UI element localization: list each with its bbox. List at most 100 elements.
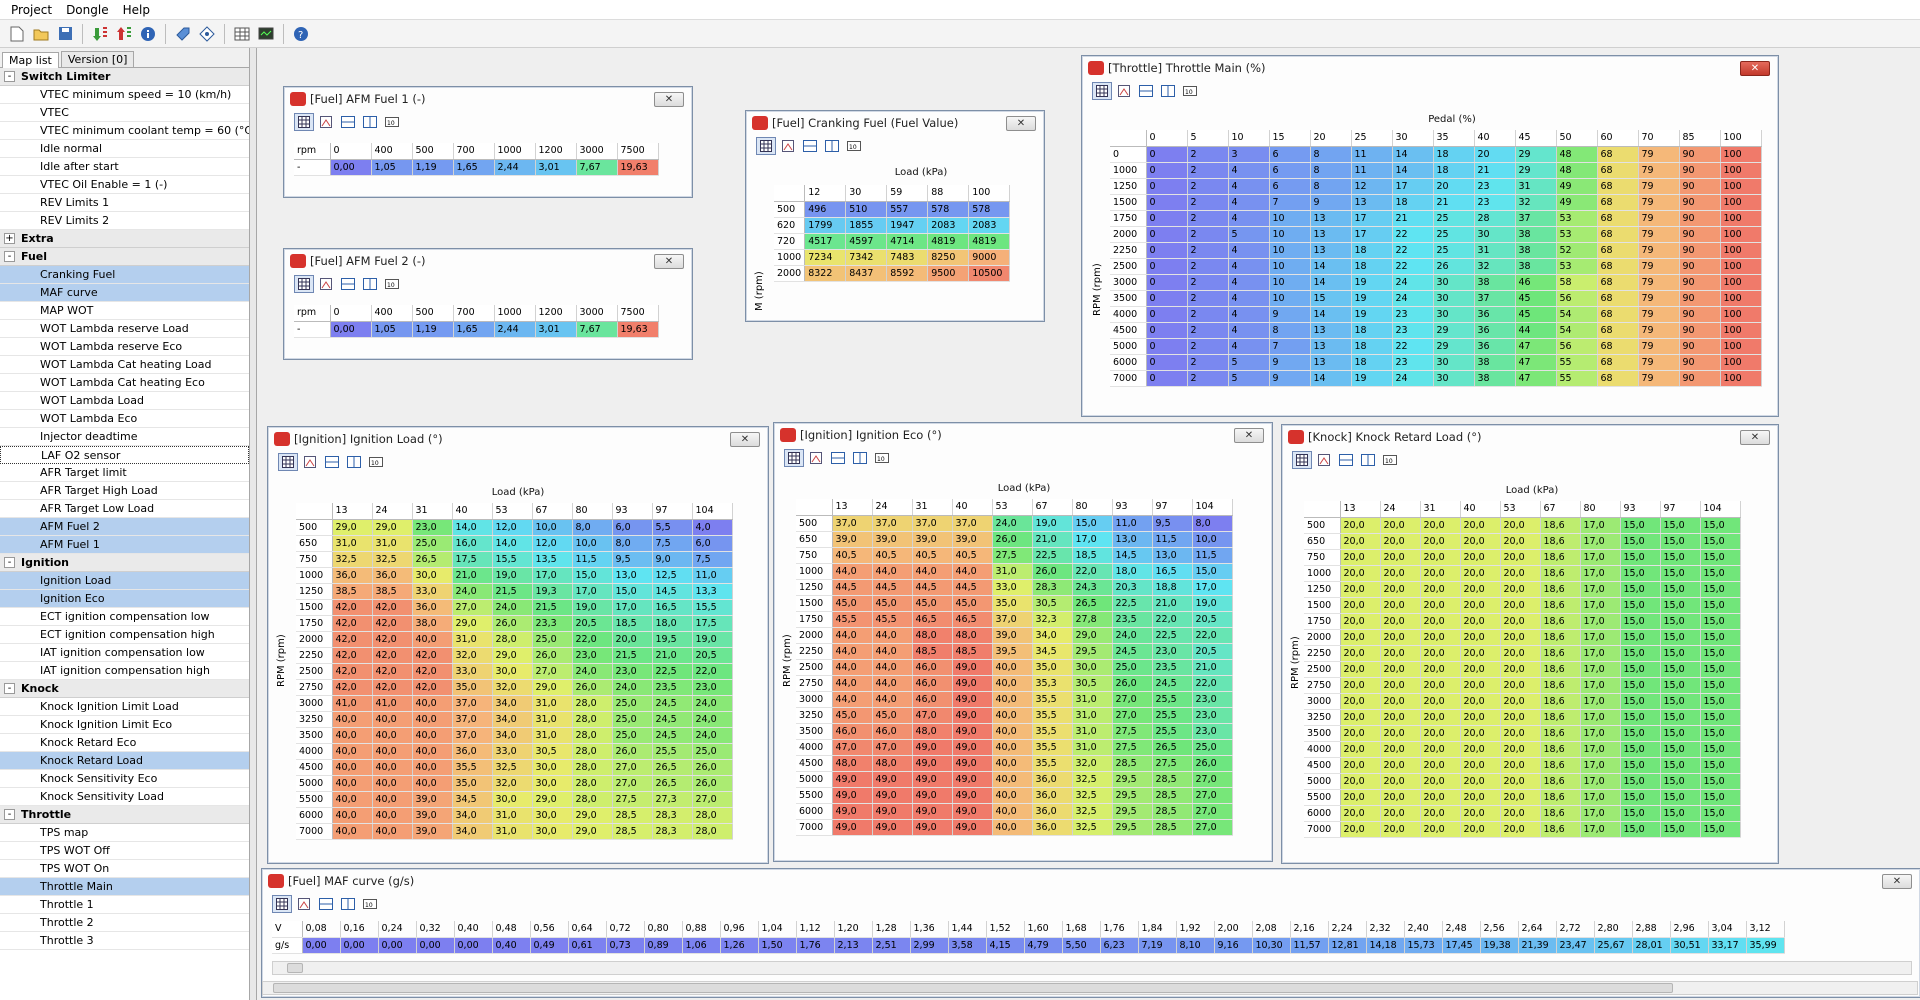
map-cell[interactable]: 2	[1187, 210, 1229, 227]
map-cell[interactable]: 44,0	[832, 691, 873, 708]
map-cell[interactable]: 13	[1310, 354, 1352, 371]
map-cell[interactable]: 20,0	[1500, 725, 1541, 742]
map-cell[interactable]: 53	[1556, 210, 1598, 227]
map-cell[interactable]: 40,0	[992, 771, 1033, 788]
map-cell[interactable]: 15,0	[1620, 533, 1661, 550]
map-cell[interactable]: 20,0	[1460, 645, 1501, 662]
download-icon[interactable]	[89, 23, 111, 45]
map-cell[interactable]: 20,5	[1192, 611, 1233, 628]
table-view-icon[interactable]	[294, 113, 314, 131]
map-cell[interactable]: 68	[1597, 370, 1639, 387]
map-cell[interactable]: 17,0	[1192, 579, 1233, 596]
map-cell[interactable]: 90	[1679, 162, 1721, 179]
map-cell[interactable]: 44,0	[872, 675, 913, 692]
hex-view-icon[interactable]: 10	[1180, 82, 1200, 100]
map-cell[interactable]: 31,0	[332, 535, 373, 552]
map-cell[interactable]: 13	[1351, 194, 1393, 211]
map-cell[interactable]: 8,0	[572, 519, 613, 536]
map-cell[interactable]: 20,0	[1460, 757, 1501, 774]
map-cell[interactable]: 32,5	[1072, 771, 1113, 788]
map-cell[interactable]: 18,6	[1540, 677, 1581, 694]
map-cell[interactable]: 40,0	[412, 695, 453, 712]
tree-item[interactable]: Knock Ignition Limit Eco	[0, 716, 249, 734]
map-cell[interactable]: 10	[1269, 290, 1311, 307]
map-cell[interactable]: 1,06	[682, 937, 721, 954]
map-cell[interactable]: 49,0	[952, 659, 993, 676]
map-cell[interactable]: 54	[1556, 306, 1598, 323]
map-cell[interactable]: 22,5	[652, 663, 693, 680]
map-cell[interactable]: 40,0	[332, 727, 373, 744]
map-cell[interactable]: 29,0	[572, 823, 613, 840]
map-cell[interactable]: 27,5	[1112, 723, 1153, 740]
map-cell[interactable]: 27,0	[1192, 787, 1233, 804]
save-icon[interactable]	[54, 23, 76, 45]
map-cell[interactable]: 79	[1638, 162, 1680, 179]
map-cell[interactable]: 15,0	[1620, 581, 1661, 598]
map-cell[interactable]: 45,0	[872, 707, 913, 724]
map-cell[interactable]: 5	[1228, 226, 1270, 243]
close-button[interactable]: ✕	[1740, 61, 1770, 76]
close-button[interactable]: ✕	[730, 432, 760, 447]
map-cell[interactable]: 15,0	[1620, 629, 1661, 646]
map-cell[interactable]: 20,0	[1420, 805, 1461, 822]
window-titlebar[interactable]: [Ignition] Ignition Eco (°)	[774, 423, 1272, 447]
map-cell[interactable]: 37	[1515, 210, 1557, 227]
map-window-afm2[interactable]: [Fuel] AFM Fuel 2 (-) ✕ 10 rpm 0 400 500 700 100…	[283, 248, 693, 360]
map-cell[interactable]: 4	[1228, 322, 1270, 339]
map-cell[interactable]: 15,0	[1700, 773, 1741, 790]
close-button[interactable]: ✕	[654, 254, 684, 269]
map-cell[interactable]: 40,0	[372, 823, 413, 840]
tree-item[interactable]: TPS map	[0, 824, 249, 842]
map-cell[interactable]: 26,0	[692, 759, 733, 776]
hex-view-icon[interactable]: 10	[872, 449, 892, 467]
map-cell[interactable]: 29,0	[532, 679, 573, 696]
map-cell[interactable]: 40,0	[372, 727, 413, 744]
tree-item[interactable]: Knock Ignition Limit Load	[0, 698, 249, 716]
map-cell[interactable]: 19,5	[652, 631, 693, 648]
map-cell[interactable]: 18,6	[1540, 757, 1581, 774]
hex-view-icon[interactable]: 10	[382, 113, 402, 131]
map-cell[interactable]: 0,00	[416, 937, 455, 954]
map-cell[interactable]: 38	[1515, 226, 1557, 243]
tree-group-knock[interactable]: - Knock	[0, 680, 249, 698]
map-cell[interactable]: 2	[1187, 290, 1229, 307]
map-cell[interactable]: 20,0	[1380, 757, 1421, 774]
map-cell[interactable]: 30,0	[532, 775, 573, 792]
map-cell[interactable]: 11,5	[1152, 531, 1193, 548]
map-cell[interactable]: 11	[1351, 162, 1393, 179]
map-cell[interactable]: 2,51	[872, 937, 911, 954]
map-cell[interactable]: 20,0	[1340, 789, 1381, 806]
map-cell[interactable]: 0	[1146, 322, 1188, 339]
map-cell[interactable]: 32	[1474, 258, 1516, 275]
map-cell[interactable]: 15,0	[1660, 789, 1701, 806]
map-cell[interactable]: 15,0	[1700, 805, 1741, 822]
map-cell[interactable]: 17,0	[1072, 531, 1113, 548]
map-cell[interactable]: 2	[1187, 258, 1229, 275]
map-cell[interactable]: 4,15	[986, 937, 1025, 954]
map-cell[interactable]: 46,0	[832, 723, 873, 740]
map-cell[interactable]: 100	[1720, 226, 1762, 243]
window-titlebar[interactable]: [Fuel] AFM Fuel 1 (-)	[284, 87, 692, 111]
graph-view-icon[interactable]	[294, 895, 314, 913]
map-cell[interactable]: 20,0	[1500, 533, 1541, 550]
map-cell[interactable]: 35,0	[992, 595, 1033, 612]
map-cell[interactable]: 15,0	[1700, 821, 1741, 838]
graph-view-icon[interactable]	[300, 453, 320, 471]
map-cell[interactable]: 18,6	[1540, 789, 1581, 806]
map-cell[interactable]: 20,0	[1460, 517, 1501, 534]
map-cell[interactable]: 44,0	[832, 675, 873, 692]
map-cell[interactable]: 1799	[804, 217, 847, 234]
map-cell[interactable]: 37,0	[452, 711, 493, 728]
graph-view-icon[interactable]	[778, 137, 798, 155]
hex-view-icon[interactable]: 10	[1380, 451, 1400, 469]
map-cell[interactable]: 29	[1515, 146, 1557, 163]
map-cell[interactable]: 29,0	[372, 519, 413, 536]
map-cell[interactable]: 100	[1720, 258, 1762, 275]
map-cell[interactable]: 68	[1597, 194, 1639, 211]
new-file-icon[interactable]	[6, 23, 28, 45]
map-cell[interactable]: 11	[1351, 146, 1393, 163]
map-cell[interactable]: 23,0	[412, 519, 453, 536]
map-cell[interactable]: 34,0	[1032, 627, 1073, 644]
map-cell[interactable]: 7	[1269, 338, 1311, 355]
map-cell[interactable]: 27,3	[652, 791, 693, 808]
